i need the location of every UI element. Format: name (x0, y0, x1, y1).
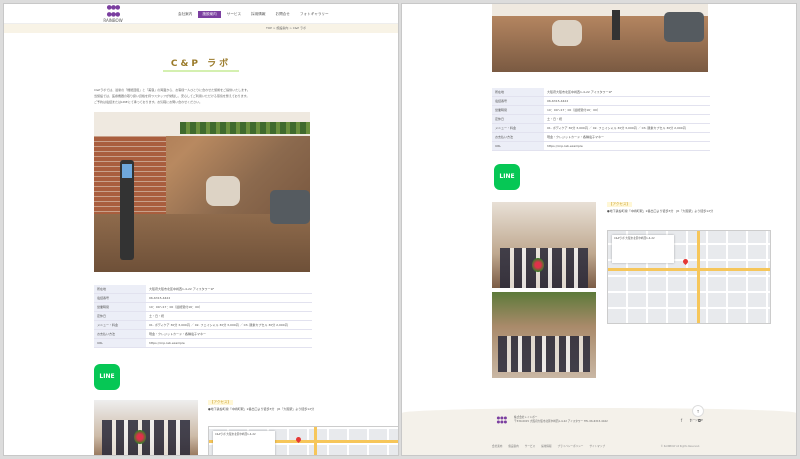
intro-text: C&Pラボでは、最新の「機能回復」と「美容」の両面から、お客様一人ひとりに合わせ… (94, 88, 310, 105)
line-icon[interactable]: LINE (94, 364, 120, 390)
screenshot-frame: ●●● ●●● RAINBOW 会社案内 施設案内 サービス 採用情報 お問合せ … (0, 0, 800, 459)
site-header: ●●● ●●● RAINBOW 会社案内 施設案内 サービス 採用情報 お問合せ … (4, 4, 398, 24)
row-key: お支払い方法 (492, 132, 544, 142)
table-row: メニュー・料金 01. ボディケア 30分 3,000円 ／ 02. フェイシャル… (492, 123, 710, 133)
instagram-icon[interactable]: ◘ (697, 418, 702, 423)
row-value: 大阪府大阪市北区中崎西1-4-22 アイスタワー1F (544, 88, 710, 97)
nav-item-contact[interactable]: お問合せ (272, 11, 294, 18)
table-row: URL https://cnp-lab.example (94, 338, 312, 348)
row-value: 大阪府大阪市北区中崎西1-4-22 アイスタワー1F (146, 285, 312, 294)
staff-photo (492, 202, 596, 288)
footer-link[interactable]: サービス (525, 444, 535, 448)
page-panel-bottom: 所在地 大阪府大阪市北区中崎西1-4-22 アイスタワー1F 電話番号 06-631… (401, 3, 797, 456)
google-map[interactable]: C&Pラボ 大阪市北区中崎西1-4-22 (208, 426, 398, 455)
intro-paragraph: 当施設では、医療機器の取り扱い資格を持つスタッフが常駐し、安心してご利用いただけ… (94, 94, 250, 98)
map-info-card: C&Pラボ 大阪市北区中崎西1-4-22 (612, 235, 674, 263)
group-photo (492, 292, 596, 378)
facility-photo (492, 4, 708, 72)
row-value: 01. ボディケア 30分 3,000円 ／ 02. フェイシャル 30分 3,… (544, 123, 710, 133)
access-text: ●地下鉄谷町線「中崎町駅」2番出口より徒歩3分 JR「大阪駅」より徒歩12分 (607, 209, 714, 213)
google-map[interactable]: C&Pラボ 大阪市北区中崎西1-4-22 (607, 230, 771, 324)
nav-item-facility[interactable]: 施設案内 (198, 11, 221, 18)
page-panel-top: ●●● ●●● RAINBOW 会社案内 施設案内 サービス 採用情報 お問合せ … (3, 3, 399, 456)
intro-paragraph: ご予約は電話またはLINEにて承っております。お気軽にお問い合わせください。 (94, 100, 203, 104)
row-value: 現金・クレジットカード・各種電子マネー (146, 329, 312, 339)
table-row: 電話番号 06-6315-4422 (94, 293, 312, 303)
footer-logo-icon[interactable]: ●●● ●●● (494, 416, 510, 426)
table-row: 営業時間 10：00～17：00（最終受付16：00） (492, 105, 710, 115)
row-value: 06-6315-4422 (146, 293, 312, 303)
logo-text: RAINBOW (103, 18, 123, 23)
map-info-card: C&Pラボ 大阪市北区中崎西1-4-22 (213, 431, 275, 455)
facility-info-table: 所在地 大阪府大阪市北区中崎西1-4-22 アイスタワー1F 電話番号 06-631… (492, 88, 710, 151)
copyright: © RAINBOW All Rights Reserved. (660, 445, 700, 448)
url-link[interactable]: https://cnp-lab.example (146, 338, 312, 348)
row-key: 所在地 (492, 88, 544, 97)
row-value: 現金・クレジットカード・各種電子マネー (544, 132, 710, 142)
row-value: 01. ボディケア 30分 3,000円 ／ 02. フェイシャル 30分 3,… (146, 320, 312, 330)
table-row: 所在地 大阪府大阪市北区中崎西1-4-22 アイスタワー1F (94, 285, 312, 294)
row-key: 電話番号 (94, 293, 146, 303)
table-row: メニュー・料金 01. ボディケア 30分 3,000円 ／ 02. フェイシャル… (94, 320, 312, 330)
footer-link[interactable]: サイトマップ (589, 444, 605, 448)
row-key: 電話番号 (492, 96, 544, 106)
row-value: 10：00～17：00（最終受付16：00） (544, 105, 710, 115)
row-value: 土・日・祝 (146, 311, 312, 321)
breadcrumb[interactable]: TOP > 施設案内 > C&P ラボ (266, 26, 306, 30)
table-row: 電話番号 06-6315-4422 (492, 96, 710, 106)
access-label: 【アクセス】 (607, 202, 632, 207)
access-label: 【アクセス】 (208, 400, 233, 405)
title-wrap: C&P ラボ (4, 51, 398, 72)
nav-item-recruit[interactable]: 採用情報 (247, 11, 269, 18)
row-key: URL (94, 338, 146, 348)
nav-item-gallery[interactable]: フォトギャラリー (296, 11, 333, 18)
table-row: 所在地 大阪府大阪市北区中崎西1-4-22 アイスタワー1F (492, 88, 710, 97)
footer-links: 会社案内 施設案内 サービス 採用情報 プライバシーポリシー サイトマップ (492, 444, 605, 448)
logo-mark-icon: ●●● ●●● (106, 4, 121, 18)
footer-link[interactable]: 採用情報 (541, 444, 551, 448)
row-key: URL (492, 141, 544, 151)
facebook-icon[interactable]: f (679, 418, 684, 423)
table-row: 定休日 土・日・祝 (94, 311, 312, 321)
row-key: 定休日 (94, 311, 146, 321)
facility-info-table: 所在地 大阪府大阪市北区中崎西1-4-22 アイスタワー1F 電話番号 06-631… (94, 285, 312, 348)
access-text: ●地下鉄谷町線「中崎町駅」2番出口より徒歩3分 JR「大阪駅」より徒歩12分 (208, 407, 315, 411)
table-row: 営業時間 10：00～17：00（最終受付16：00） (94, 302, 312, 312)
back-to-top-button[interactable]: ↑ (692, 405, 704, 417)
main-nav: 会社案内 施設案内 サービス 採用情報 お問合せ フォトギャラリー (174, 11, 333, 18)
url-link[interactable]: https://cnp-lab.example (544, 141, 710, 151)
table-row: 定休日 土・日・祝 (492, 114, 710, 124)
table-row: お支払い方法 現金・クレジットカード・各種電子マネー (492, 132, 710, 142)
table-row: URL https://cnp-lab.example (492, 141, 710, 151)
row-value: 10：00～17：00（最終受付16：00） (146, 302, 312, 312)
site-logo[interactable]: ●●● ●●● RAINBOW (96, 4, 130, 26)
row-key: 所在地 (94, 285, 146, 294)
twitter-icon[interactable]: t (688, 418, 693, 423)
footer-link[interactable]: 会社案内 (492, 444, 502, 448)
row-key: お支払い方法 (94, 329, 146, 339)
line-icon[interactable]: LINE (494, 164, 520, 190)
row-value: 06-6315-4422 (544, 96, 710, 106)
row-key: 営業時間 (492, 105, 544, 115)
footer-company-info: 株式会社レインボー 〒530-0015 大阪府大阪市北区中崎西1-4-22 アイ… (514, 416, 624, 424)
nav-item-service[interactable]: サービス (223, 11, 245, 18)
row-value: 土・日・祝 (544, 114, 710, 124)
breadcrumb-bar: TOP > 施設案内 > C&P ラボ (4, 24, 398, 33)
intro-paragraph: C&Pラボでは、最新の「機能回復」と「美容」の両面から、お客様一人ひとりに合わせ… (94, 88, 250, 92)
row-key: 定休日 (492, 114, 544, 124)
table-row: お支払い方法 現金・クレジットカード・各種電子マネー (94, 329, 312, 339)
footer-address: 〒530-0015 大阪府大阪市北区中崎西1-4-22 アイスタワー TEL 0… (514, 419, 608, 423)
footer-link[interactable]: プライバシーポリシー (558, 444, 584, 448)
facility-photo (94, 112, 310, 272)
row-key: メニュー・料金 (94, 320, 146, 330)
row-key: メニュー・料金 (492, 123, 544, 133)
row-key: 営業時間 (94, 302, 146, 312)
page-title: C&P ラボ (162, 56, 240, 72)
footer-link[interactable]: 施設案内 (508, 444, 518, 448)
social-links: f t ◘ (679, 418, 702, 423)
staff-photo (94, 400, 198, 455)
nav-item-company[interactable]: 会社案内 (174, 11, 196, 18)
